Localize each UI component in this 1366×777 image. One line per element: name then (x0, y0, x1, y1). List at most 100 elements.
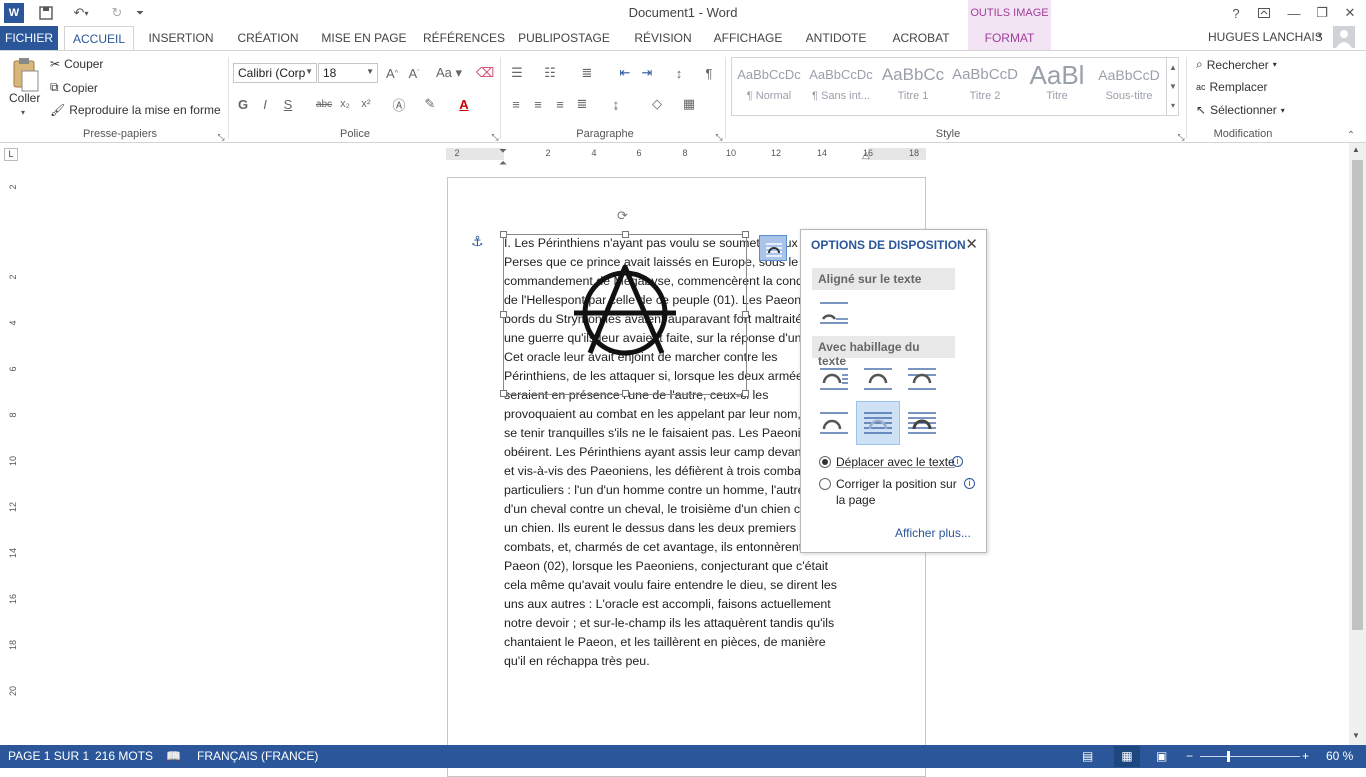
help-button[interactable]: ? (1222, 2, 1250, 24)
vertical-scrollbar[interactable]: ▲ ▼ (1349, 143, 1366, 745)
anchor-icon[interactable]: ⚓ (471, 233, 484, 250)
zoom-level[interactable]: 60 % (1326, 749, 1353, 763)
justify-icon[interactable]: ≣ (573, 95, 591, 113)
tab-revision[interactable]: RÉVISION (628, 26, 698, 50)
font-name-combo[interactable]: Calibri (Corp ▼ (233, 63, 317, 83)
tab-affichage[interactable]: AFFICHAGE (708, 26, 788, 50)
resize-handle[interactable] (622, 390, 629, 397)
align-left-icon[interactable]: ≡ (507, 95, 525, 113)
strikethrough-button[interactable]: abc (313, 95, 335, 113)
tab-publipostage[interactable]: PUBLIPOSTAGE (516, 26, 612, 50)
decrease-indent-icon[interactable]: ⇤ (616, 64, 634, 82)
shrink-font-icon[interactable]: Aˇ (405, 64, 423, 82)
info-icon[interactable]: i (952, 456, 963, 467)
info-icon[interactable]: i (964, 478, 975, 489)
fix-position-label[interactable]: Corriger la position sur (836, 477, 957, 491)
move-with-text-radio[interactable] (819, 456, 831, 468)
cut-button[interactable]: ✂ Couper (50, 57, 103, 71)
text-effects-icon[interactable]: Ⓐ (390, 95, 408, 113)
paste-button[interactable]: Coller (9, 91, 40, 105)
clear-formatting-icon[interactable]: ⌫ (476, 64, 494, 82)
styles-scroll[interactable]: ▲ ▼ ▾ (1166, 58, 1179, 115)
align-center-icon[interactable]: ≡ (529, 95, 547, 113)
user-dropdown-icon[interactable]: ▾ (1318, 31, 1322, 40)
style-no-spacing[interactable]: AaBbCcDc ¶ Sans int... (806, 60, 876, 114)
right-indent-marker[interactable]: △ (862, 150, 870, 161)
resize-handle[interactable] (500, 390, 507, 397)
style-heading-2[interactable]: AaBbCcD Titre 2 (950, 60, 1020, 114)
style-title[interactable]: AaBl Titre (1022, 60, 1092, 114)
scroll-up-icon[interactable]: ▲ (1352, 145, 1360, 154)
wrap-through-button[interactable] (902, 359, 942, 399)
tab-antidote[interactable]: ANTIDOTE (798, 26, 874, 50)
word-count[interactable]: 216 MOTS (95, 749, 153, 763)
tab-accueil[interactable]: ACCUEIL (64, 26, 134, 51)
first-line-indent-marker[interactable]: ⏷ (499, 146, 507, 157)
paste-dropdown-icon[interactable]: ▾ (21, 108, 25, 117)
replace-button[interactable]: ac Remplacer (1196, 80, 1268, 94)
wrap-square-button[interactable] (814, 359, 854, 399)
tab-mise-en-page[interactable]: MISE EN PAGE (316, 26, 412, 50)
zoom-slider[interactable] (1200, 756, 1300, 757)
vertical-ruler[interactable]: 2 2 4 6 8 10 12 14 16 18 20 (4, 178, 18, 745)
wrap-behind-text-button[interactable] (856, 401, 900, 445)
copy-button[interactable]: ⧉ Copier (50, 80, 98, 95)
ribbon-display-options-icon[interactable] (1250, 2, 1278, 24)
change-case-icon[interactable]: Aa ▾ (434, 64, 464, 82)
hanging-indent-marker[interactable]: ⏶ (499, 158, 507, 169)
font-color-icon[interactable]: A (455, 95, 473, 113)
close-icon[interactable]: ✕ (965, 235, 978, 253)
resize-handle[interactable] (500, 311, 507, 318)
language-status[interactable]: FRANÇAIS (FRANCE) (197, 749, 318, 763)
tab-creation[interactable]: CRÉATION (230, 26, 306, 50)
paste-icon[interactable] (8, 57, 42, 95)
borders-icon[interactable]: ▦ (680, 95, 698, 113)
resize-handle[interactable] (622, 231, 629, 238)
increase-indent-icon[interactable]: ⇥ (638, 64, 656, 82)
layout-options-button[interactable] (759, 235, 787, 261)
resize-handle[interactable] (742, 231, 749, 238)
see-more-link[interactable]: Afficher plus... (895, 526, 971, 540)
minimize-icon[interactable]: — (1280, 2, 1308, 24)
wrap-top-bottom-button[interactable] (814, 403, 854, 443)
resize-handle[interactable] (500, 231, 507, 238)
avatar[interactable] (1333, 26, 1355, 48)
underline-button[interactable]: S (279, 95, 297, 113)
print-layout-icon[interactable]: ▦ (1114, 746, 1140, 767)
grow-font-icon[interactable]: A ^ (383, 64, 401, 82)
multilevel-list-icon[interactable]: ≣ (578, 64, 596, 82)
user-name[interactable]: HUGUES LANCHAIS (1208, 30, 1323, 44)
sort-icon[interactable]: ↕ (670, 64, 688, 82)
tab-format[interactable]: FORMAT (968, 26, 1051, 50)
format-painter-button[interactable]: 🖌 Reproduire la mise en forme (50, 103, 221, 117)
horizontal-ruler[interactable]: 2 2 4 6 8 10 12 14 16 18 ⏷ △ (446, 146, 926, 161)
bold-button[interactable]: G (234, 95, 252, 113)
scrollbar-thumb[interactable] (1352, 160, 1363, 630)
fix-position-radio[interactable] (819, 478, 831, 490)
style-heading-1[interactable]: AaBbCc Titre 1 (878, 60, 948, 114)
wrap-in-front-button[interactable] (902, 403, 942, 443)
wrap-tight-button[interactable] (858, 359, 898, 399)
bullets-icon[interactable]: ☰ (508, 64, 526, 82)
page-count[interactable]: PAGE 1 SUR 1 (8, 749, 89, 763)
shading-icon[interactable]: ◇ (648, 95, 666, 113)
selected-image[interactable] (500, 231, 749, 397)
proofing-icon[interactable]: 📖 (166, 749, 181, 763)
restore-icon[interactable]: ❐ (1308, 2, 1336, 24)
zoom-out-icon[interactable]: − (1186, 749, 1193, 763)
close-icon[interactable]: ✕ (1336, 2, 1364, 24)
wrap-inline-button[interactable] (814, 293, 854, 333)
zoom-slider-thumb[interactable] (1227, 751, 1230, 762)
superscript-button[interactable]: x² (357, 95, 375, 113)
fix-position-label-2[interactable]: la page (836, 493, 875, 507)
numbering-icon[interactable]: ☷ (541, 64, 559, 82)
style-normal[interactable]: AaBbCcDc ¶ Normal (734, 60, 804, 114)
resize-handle[interactable] (742, 390, 749, 397)
zoom-in-icon[interactable]: + (1302, 749, 1309, 763)
align-right-icon[interactable]: ≡ (551, 95, 569, 113)
tab-fichier[interactable]: FICHIER (0, 26, 58, 50)
read-mode-icon[interactable]: ▤ (1082, 749, 1093, 763)
rotate-handle-icon[interactable]: ⟳ (617, 208, 628, 224)
italic-button[interactable]: I (256, 95, 274, 113)
tab-references[interactable]: RÉFÉRENCES (422, 26, 506, 50)
